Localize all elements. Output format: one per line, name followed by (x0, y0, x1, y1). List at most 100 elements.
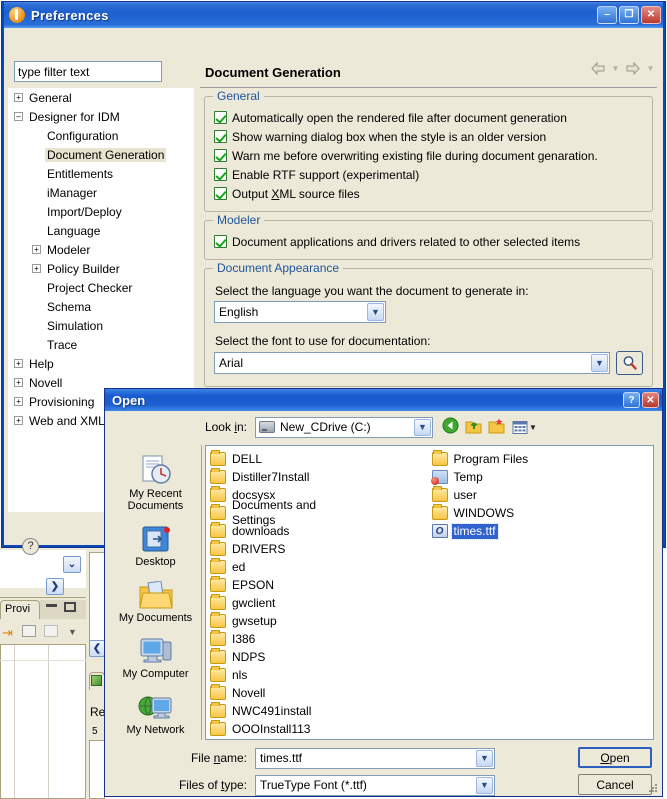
tree-item-modeler[interactable]: + Modeler (8, 240, 194, 259)
file-list-item[interactable]: Temp (430, 468, 580, 486)
checkbox-checked-icon[interactable] (214, 235, 227, 248)
chevron-down-icon[interactable]: ▼ (414, 418, 431, 436)
file-name-combo[interactable]: times.ttf ▼ (255, 747, 495, 769)
tree-item-help[interactable]: + Help (8, 354, 194, 373)
place-my-recent-documents[interactable]: My Recent Documents (110, 451, 202, 512)
file-list-item[interactable]: Documents and Settings (210, 498, 358, 527)
tree-item-language[interactable]: Language (8, 221, 194, 240)
file-list-item[interactable]: user (431, 486, 580, 504)
tree-item-configuration[interactable]: Configuration (8, 126, 194, 145)
file-list-item[interactable]: gwclient (210, 594, 358, 612)
expander-icon[interactable]: + (14, 378, 23, 387)
file-list-item[interactable]: downloads (210, 522, 358, 540)
place-my-documents[interactable]: My Documents (110, 575, 202, 624)
view-chevron-icon[interactable]: ▼ (68, 627, 77, 637)
preferences-title-bar[interactable]: Preferences – ❐ ✕ (4, 2, 663, 28)
language-combo[interactable]: English ▼ (214, 301, 386, 323)
forward-arrow-icon[interactable] (624, 61, 642, 76)
checkbox-checked-icon[interactable] (214, 149, 227, 162)
expander-icon[interactable]: + (14, 93, 23, 102)
file-list-item[interactable]: Distiller7Install (210, 468, 358, 486)
chevron-down-icon[interactable]: ▼ (367, 303, 384, 321)
back-icon[interactable] (442, 417, 459, 437)
checkbox-row[interactable]: Warn me before overwriting existing file… (214, 146, 643, 165)
view-menu-icon[interactable] (22, 625, 36, 637)
expander-icon[interactable]: + (32, 264, 41, 273)
workbench-view-tab[interactable]: Provi (0, 600, 40, 619)
deploy-icon[interactable]: ⇥ (2, 625, 13, 641)
place-my-computer[interactable]: My Computer (110, 631, 202, 680)
file-list-item[interactable]: NDPS (210, 648, 358, 666)
checkbox-row[interactable]: Output XML source files (214, 184, 643, 203)
file-list-item[interactable]: Novell (210, 684, 358, 702)
place-my-network[interactable]: My Network (110, 687, 202, 736)
file-list-item[interactable]: DRIVERS (210, 540, 358, 558)
open-dialog-title-bar[interactable]: Open ? ✕ (105, 389, 662, 411)
resize-grip[interactable] (647, 782, 659, 794)
tree-item-simulation[interactable]: Simulation (8, 316, 194, 335)
tree-item-project-checker[interactable]: Project Checker (8, 278, 194, 297)
filter-icon[interactable] (44, 625, 58, 637)
checkbox-checked-icon[interactable] (214, 168, 227, 181)
checkbox-row[interactable]: Document applications and drivers relate… (214, 232, 643, 251)
file-list-item[interactable]: EPSON (210, 576, 358, 594)
tree-item-general[interactable]: + General (8, 88, 194, 107)
file-list-item[interactable]: OOOInstall113 (210, 720, 358, 738)
tree-item-document-generation[interactable]: Document Generation (8, 145, 194, 164)
file-list-item[interactable]: ed (210, 558, 358, 576)
files-of-type-combo[interactable]: TrueType Font (*.ttf) ▼ (255, 774, 495, 796)
chevron-down-icon[interactable]: ▼ (591, 354, 608, 372)
expander-icon[interactable]: + (14, 359, 23, 368)
workbench-prev-button[interactable]: ❮ (89, 640, 105, 657)
place-desktop[interactable]: Desktop (110, 519, 202, 568)
checkbox-row[interactable]: Automatically open the rendered file aft… (214, 108, 643, 127)
file-list[interactable]: DELL Distiller7Install docsysx Documents an… (205, 445, 654, 740)
tree-item-schema[interactable]: Schema (8, 297, 194, 316)
file-list-item[interactable]: WINDOWS (431, 504, 580, 522)
close-button[interactable]: ✕ (641, 6, 661, 24)
expander-icon[interactable]: + (32, 245, 41, 254)
file-list-item[interactable]: NWC491install (210, 702, 358, 720)
maximize-view-icon[interactable] (64, 602, 76, 612)
tree-item-designer-for-idm[interactable]: – Designer for IDM (8, 107, 194, 126)
up-one-level-icon[interactable] (465, 418, 482, 437)
back-arrow-icon[interactable] (589, 61, 607, 76)
checkbox-row[interactable]: Show warning dialog box when the style i… (214, 127, 643, 146)
file-list-item[interactable]: DELL (210, 450, 358, 468)
expander-icon[interactable]: – (14, 112, 23, 121)
tree-item-trace[interactable]: Trace (8, 335, 194, 354)
checkbox-checked-icon[interactable] (214, 187, 227, 200)
forward-history-chevron-icon[interactable]: ▼ (646, 64, 655, 74)
expander-icon[interactable]: + (14, 397, 23, 406)
tree-item-policy-builder[interactable]: + Policy Builder (8, 259, 194, 278)
chevron-down-icon[interactable]: ▼ (476, 749, 493, 767)
font-combo[interactable]: Arial ▼ (214, 352, 610, 374)
tree-item-import-deploy[interactable]: Import/Deploy (8, 202, 194, 221)
file-list-item[interactable]: gwsetup (210, 612, 358, 630)
file-list-item[interactable]: I386 (210, 630, 358, 648)
checkbox-row[interactable]: Enable RTF support (experimental) (214, 165, 643, 184)
help-button[interactable]: ? (623, 392, 640, 408)
look-in-combo[interactable]: New_CDrive (C:) ▼ (255, 416, 433, 438)
expander-icon[interactable]: + (14, 416, 23, 425)
maximize-button[interactable]: ❐ (619, 6, 639, 24)
file-list-item[interactable]: Otimes.ttf (431, 522, 580, 540)
help-icon[interactable]: ? (22, 538, 39, 555)
file-list-item[interactable]: nls (210, 666, 358, 684)
minimize-view-icon[interactable] (46, 604, 57, 607)
magnifier-icon[interactable] (616, 351, 643, 375)
tree-item-entitlements[interactable]: Entitlements (8, 164, 194, 183)
filter-input[interactable] (14, 61, 162, 82)
workbench-dropdown-button[interactable]: ⌄ (63, 556, 81, 573)
tree-item-imanager[interactable]: iManager (8, 183, 194, 202)
close-button[interactable]: ✕ (642, 392, 659, 408)
minimize-button[interactable]: – (597, 6, 617, 24)
views-icon[interactable]: ▼ (512, 420, 537, 435)
open-button[interactable]: Open (578, 747, 652, 768)
chevron-down-icon[interactable]: ▼ (476, 776, 493, 794)
workbench-next-button[interactable]: ❯ (46, 578, 64, 595)
checkbox-checked-icon[interactable] (214, 111, 227, 124)
new-folder-icon[interactable] (488, 418, 506, 437)
file-list-item[interactable]: Program Files (431, 450, 580, 468)
checkbox-checked-icon[interactable] (214, 130, 227, 143)
